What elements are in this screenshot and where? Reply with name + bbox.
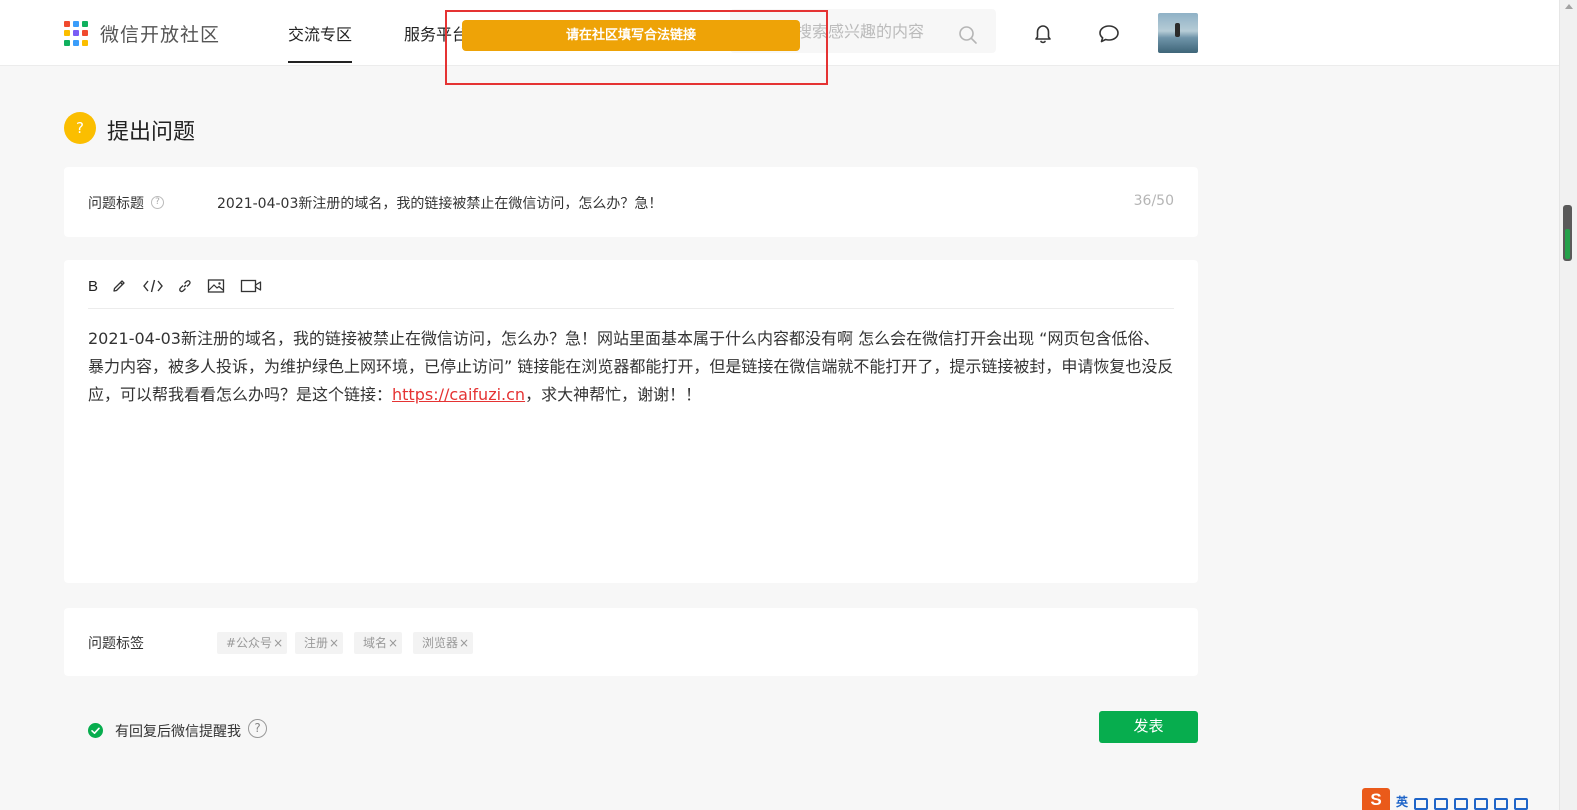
title-char-counter: 36/50 [1133,193,1174,209]
editor-toolbar: B [88,276,1174,309]
logo-dot [64,39,70,46]
question-title-card: 问题标题 ? 2021-04-03新注册的域名，我的链接被禁止在微信访问，怎么办… [64,167,1198,237]
tag-text: 域名 [363,636,388,650]
logo-icon [64,20,90,47]
scroll-up-arrow-icon[interactable] [1565,4,1573,9]
avatar[interactable] [1158,13,1198,53]
question-badge-icon: ? [64,112,96,144]
logo-text: 微信开放社区 [100,24,221,46]
tag-remove-icon[interactable]: × [273,636,283,650]
remind-help-icon[interactable]: ? [248,719,267,738]
tags-card: 问题标签 #公众号× 注册× 域名× 浏览器× [64,608,1198,676]
pen-icon[interactable] [111,276,127,296]
logo-dot [82,20,88,27]
tag-item: 注册× [295,632,344,654]
ime-keyboard-icon[interactable] [1474,798,1489,810]
video-icon[interactable] [240,276,262,296]
ime-lang-toggle[interactable]: 英 [1396,794,1408,810]
tag-text: 注册 [304,636,329,650]
tag-remove-icon[interactable]: × [388,636,398,650]
page-title: 提出问题 [107,120,196,145]
editor-content[interactable]: 2021-04-03新注册的域名，我的链接被禁止在微信访问，怎么办？急！网站里面… [88,325,1174,409]
remind-checkbox-check-icon[interactable] [88,723,103,742]
search-icon[interactable] [958,25,978,49]
code-icon[interactable] [142,276,164,296]
ime-skin-icon[interactable] [1514,798,1529,810]
ime-emoji-icon[interactable] [1434,798,1449,810]
tag-item: #公众号× [217,632,288,654]
logo-dot [82,39,88,46]
logo-dot [73,20,79,27]
ime-mic-icon[interactable] [1454,798,1469,810]
ime-punct-icon[interactable] [1414,798,1429,810]
nav-item-exchange[interactable]: 交流专区 [288,21,353,63]
tag-remove-icon[interactable]: × [459,636,469,650]
editor-link[interactable]: https://caifuzi.cn [392,385,525,404]
editor-card: B 2021-04-03新注册的域名，我的链接被禁止在微信访问，怎么办？急！网站… [64,260,1198,583]
ime-toolbar: S 英 [1362,786,1559,810]
tag-remove-icon[interactable]: × [329,636,339,650]
image-icon[interactable] [207,276,225,296]
page-scrollbar[interactable] [1559,0,1577,810]
tag-text: 浏览器 [422,636,459,650]
ime-user-icon[interactable] [1494,798,1509,810]
remind-label[interactable]: 有回复后微信提醒我 [115,721,241,741]
tag-item: 浏览器× [413,632,474,654]
ime-logo-icon[interactable]: S [1362,788,1390,810]
tag-item: 域名× [354,632,403,654]
toast-message: 请在社区填写合法链接 [462,20,800,51]
chat-icon[interactable] [1098,24,1120,48]
logo-dot [64,30,70,37]
logo-dot [73,30,79,37]
logo-dot [64,20,70,27]
bold-button[interactable]: B [88,276,98,296]
avatar-figure [1175,23,1180,37]
publish-button[interactable]: 发表 [1099,711,1198,743]
bell-icon[interactable] [1032,23,1054,49]
link-icon[interactable] [177,276,193,296]
logo-dot [73,39,79,46]
logo-dot [82,30,88,37]
logo[interactable]: 微信开放社区 [64,20,220,47]
editor-text-end: ，求大神帮忙，谢谢！！ [525,385,702,404]
question-title-input[interactable]: 2021-04-03新注册的域名，我的链接被禁止在微信访问，怎么办？急！ [217,193,662,213]
scrollbar-thumb[interactable] [1563,205,1572,261]
question-title-label: 问题标题 [88,196,144,212]
question-title-help-icon[interactable]: ? [151,196,164,209]
tags-label: 问题标签 [88,636,144,652]
tag-text: #公众号 [226,636,273,650]
